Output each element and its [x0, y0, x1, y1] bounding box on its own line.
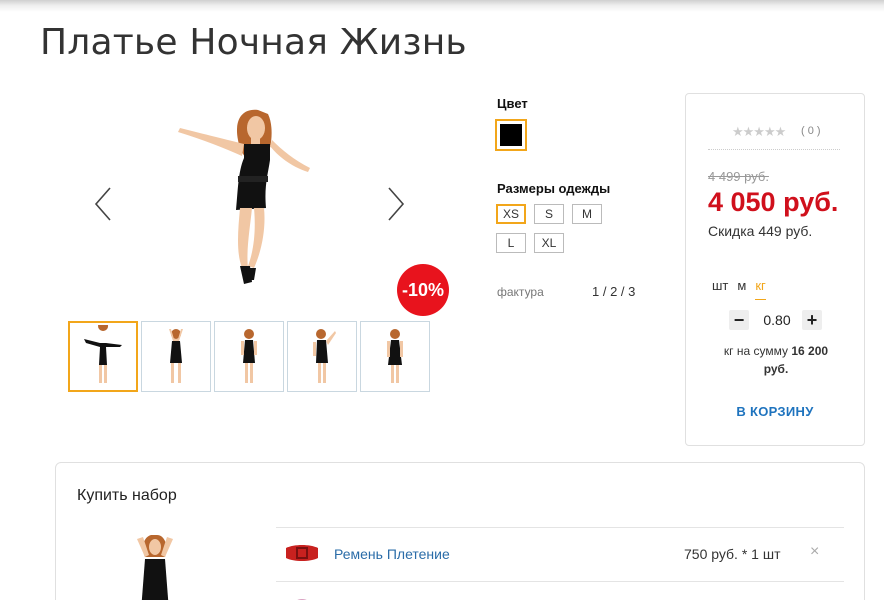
bundle-item-row: Ремень Плетение 750 руб. * 1 шт ×	[276, 527, 844, 581]
bundle-main-image[interactable]	[121, 531, 191, 600]
bundle-section: Купить набор Ремень Плетение 750 руб. * …	[55, 462, 865, 600]
size-option-xl[interactable]: XL	[534, 233, 564, 253]
bundle-item-name[interactable]: Ремень Плетение	[334, 546, 450, 562]
color-swatch-fill	[500, 124, 522, 146]
belt-thumbnail[interactable]	[284, 540, 320, 566]
quantity-decrease-button[interactable]: −	[729, 310, 749, 330]
unit-option-kg[interactable]: кг	[755, 278, 766, 300]
sum-suffix: руб.	[763, 362, 789, 376]
price-box: ★★★★★ ( 0 ) 4 499 руб. 4 050 руб. Скидка…	[685, 93, 865, 446]
top-bar	[0, 0, 884, 12]
bundle-item-row-2	[276, 581, 844, 600]
size-option-s[interactable]: S	[534, 204, 564, 224]
current-price: 4 050 руб.	[708, 187, 839, 217]
size-label: Размеры одежды	[497, 181, 611, 196]
sum-value: 16 200	[791, 344, 829, 358]
discount-badge: -10%	[397, 264, 449, 316]
color-swatch-black[interactable]	[495, 119, 527, 151]
size-option-xs[interactable]: XS	[496, 204, 526, 224]
thumbnail-2[interactable]	[141, 321, 211, 392]
thumbnail-1[interactable]	[68, 321, 138, 392]
thumbnail-3[interactable]	[214, 321, 284, 392]
product-main-image[interactable]	[120, 100, 380, 300]
prev-image-button[interactable]	[92, 184, 116, 224]
unit-option-pcs[interactable]: шт	[712, 278, 728, 300]
texture-pagination[interactable]: 1 / 2 / 3	[592, 284, 635, 299]
divider	[708, 149, 840, 150]
next-image-button[interactable]	[383, 184, 407, 224]
unit-option-m[interactable]: м	[737, 278, 746, 300]
rating-count: ( 0 )	[801, 125, 821, 137]
discount-amount: Скидка 449 руб.	[708, 223, 813, 239]
bundle-item-price: 750 руб. * 1 шт	[684, 546, 781, 562]
sum-prefix: кг на сумму	[723, 344, 789, 358]
old-price: 4 499 руб.	[708, 169, 769, 184]
bundle-item-thumbnail-2[interactable]	[284, 594, 320, 600]
texture-label: фактура	[497, 285, 544, 299]
size-option-l[interactable]: L	[496, 233, 526, 253]
chevron-left-icon	[94, 187, 111, 221]
thumbnail-strip	[68, 321, 430, 392]
thumbnail-5[interactable]	[360, 321, 430, 392]
rating-stars[interactable]: ★★★★★	[732, 124, 786, 140]
chevron-right-icon	[388, 187, 405, 221]
sum-line: кг на сумму 16 200 руб.	[706, 342, 846, 378]
bundle-title: Купить набор	[77, 487, 177, 504]
page-title: Платье Ночная Жизнь	[40, 22, 467, 63]
close-icon[interactable]: ×	[810, 543, 819, 561]
thumbnail-4[interactable]	[287, 321, 357, 392]
quantity-input[interactable]	[758, 310, 796, 330]
size-option-m[interactable]: M	[572, 204, 602, 224]
add-to-cart-button[interactable]: В КОРЗИНУ	[686, 404, 864, 419]
unit-selector: шт м кг	[712, 278, 766, 300]
quantity-increase-button[interactable]: +	[802, 310, 822, 330]
color-label: Цвет	[497, 96, 528, 111]
